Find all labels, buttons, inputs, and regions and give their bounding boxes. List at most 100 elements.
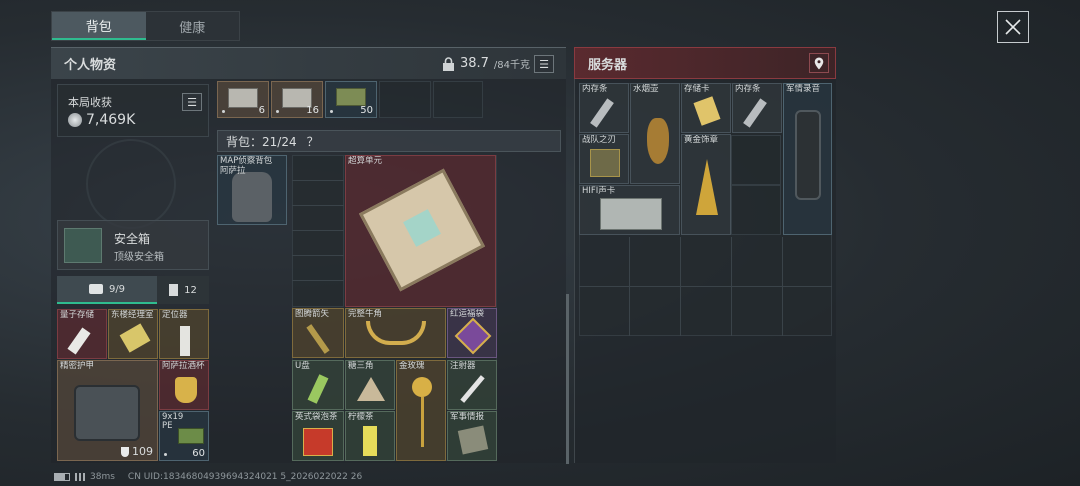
server-item-recorder[interactable]: 军情录音: [783, 83, 832, 235]
item-label: 军情录音: [786, 84, 821, 94]
usb-key-icon: [67, 327, 91, 355]
item-label: 精密护甲: [60, 361, 95, 371]
harvest-value-row: 7,469K: [68, 112, 135, 128]
shield-icon: [121, 446, 129, 457]
item-label: 红运福袋: [450, 309, 485, 319]
item-map-recon-bag[interactable]: MAP侦察背包 阿萨拉: [217, 155, 287, 225]
server-item-hifi-card[interactable]: HIFI声卡: [579, 185, 680, 235]
server-item-memory-1[interactable]: 内存条: [579, 83, 629, 133]
close-button[interactable]: [997, 11, 1029, 43]
dot-indicator: [276, 110, 279, 113]
armor-durability-value: 109: [132, 445, 153, 458]
item-supercomputer[interactable]: 超算单元: [345, 155, 496, 307]
lucky-bag-icon: [454, 317, 492, 355]
goblet-icon: [175, 377, 197, 403]
syringe-icon: [460, 375, 485, 403]
location-pin-icon: [814, 57, 824, 69]
item-english-tea[interactable]: 英式袋泡茶: [292, 411, 344, 461]
grid-line: [292, 280, 344, 281]
item-label: 量子存储: [60, 310, 95, 320]
arrow-icon: [306, 324, 330, 354]
toolbox-icon: [88, 284, 103, 294]
item-label: 金玫瑰: [399, 361, 425, 371]
item-military-intel[interactable]: 军事情报: [447, 411, 497, 461]
server-item-sd-card[interactable]: 存储卡: [681, 83, 731, 133]
drink-can-icon: [363, 426, 377, 456]
item-totem-arrow[interactable]: 图腾箭矢: [292, 308, 344, 358]
item-lucky-bag[interactable]: 红运福袋: [447, 308, 497, 358]
status-bar: 38ms CN UID:18346804939694324021 5_20260…: [54, 472, 362, 482]
item-dongfang-manager[interactable]: 东楼经理室: [108, 309, 158, 359]
item-count: 60: [192, 448, 205, 459]
case-tab-ammo[interactable]: 12: [157, 276, 209, 304]
item-label-sub: 阿萨拉: [220, 166, 246, 176]
safe-box[interactable]: 安全箱 顶级安全箱: [57, 220, 209, 270]
item-label: U盘: [295, 361, 310, 371]
locator-icon: [180, 326, 190, 356]
safe-name: 安全箱: [114, 232, 151, 246]
top-tabs: 背包 健康: [51, 11, 240, 41]
usb-icon: [307, 374, 329, 404]
armor-icon: [74, 385, 140, 441]
lock-icon: [442, 56, 454, 71]
server-item-memory-2[interactable]: 内存条: [732, 83, 782, 133]
item-usb-drive[interactable]: U盘: [292, 360, 344, 410]
top-item-2[interactable]: 16: [271, 81, 323, 118]
weight-value: 38.7: [459, 56, 489, 71]
list-icon: ☰: [539, 57, 549, 71]
list-icon: ☰: [187, 95, 197, 109]
empty-slot[interactable]: [379, 81, 431, 118]
item-complete-horn[interactable]: 完整牛角: [345, 308, 446, 358]
scrollbar[interactable]: [566, 294, 569, 464]
sd-card-icon: [693, 96, 721, 126]
tab-backpack[interactable]: 背包: [52, 12, 146, 40]
location-button[interactable]: [809, 53, 829, 73]
top-item-3[interactable]: 50: [325, 81, 377, 118]
item-asala-cup[interactable]: 阿萨拉酒杯: [159, 360, 209, 410]
tab-health[interactable]: 健康: [146, 12, 240, 40]
server-panel: 内存条 水烟壶 存储卡 内存条 军情录音 战队之刃 黄金饰章 HIFI声卡: [574, 79, 836, 463]
item-label: 水烟壶: [633, 84, 659, 94]
signal-icon: [75, 473, 85, 481]
item-quantum-storage[interactable]: 量子存储: [57, 309, 107, 359]
empty-slot[interactable]: [731, 185, 781, 235]
item-label: 战队之刃: [582, 135, 617, 145]
item-sugar-triangle[interactable]: 糖三角: [345, 360, 395, 410]
item-lemon-tea[interactable]: 柠檬茶: [345, 411, 395, 461]
server-item-gold-badge[interactable]: 黄金饰章: [681, 134, 731, 235]
item-precision-armor[interactable]: 精密护甲 109: [57, 360, 158, 461]
item-count: 50: [360, 105, 373, 116]
item-label-sub: PE: [162, 421, 173, 431]
harvest-value: 7,469K: [86, 112, 136, 128]
safe-desc: 顶级安全箱: [114, 252, 164, 263]
server-item-hookah[interactable]: 水烟壶: [630, 83, 680, 184]
top-item-1[interactable]: 6: [217, 81, 269, 118]
help-icon[interactable]: ？: [307, 133, 319, 150]
empty-slot[interactable]: [433, 81, 483, 118]
harvest-list-button[interactable]: ☰: [182, 93, 202, 111]
empty-slot[interactable]: [731, 135, 781, 185]
list-menu-button[interactable]: ☰: [534, 55, 554, 73]
weight-readout: 38.7/84千克: [442, 56, 530, 71]
close-icon: [1005, 19, 1021, 35]
case-tab-items-count: 9/9: [108, 283, 126, 295]
item-label: 东楼经理室: [111, 310, 154, 320]
faction-emblem: [86, 139, 176, 229]
ping: 38ms: [90, 472, 115, 482]
rose-stem: [421, 397, 424, 447]
magazine-icon: [169, 284, 179, 296]
empty-column[interactable]: [292, 155, 344, 307]
backpack-capacity-row: 背包：21/24 ？: [217, 130, 561, 152]
coin-icon: [68, 113, 82, 127]
server-item-war-blade[interactable]: 战队之刃: [579, 134, 629, 184]
case-tab-items[interactable]: 9/9: [57, 276, 157, 304]
dot-indicator: [330, 110, 333, 113]
item-label: 存储卡: [684, 84, 710, 94]
grid-line: [292, 255, 344, 256]
card-pack-icon: [590, 149, 620, 177]
item-label: 黄金饰章: [684, 135, 719, 145]
item-syringe[interactable]: 注射器: [447, 360, 497, 410]
item-locator[interactable]: 定位器: [159, 309, 209, 359]
item-ammo-9x19[interactable]: 9x19 PE 60: [159, 411, 209, 461]
item-gold-rose[interactable]: 金玫瑰: [396, 360, 446, 461]
